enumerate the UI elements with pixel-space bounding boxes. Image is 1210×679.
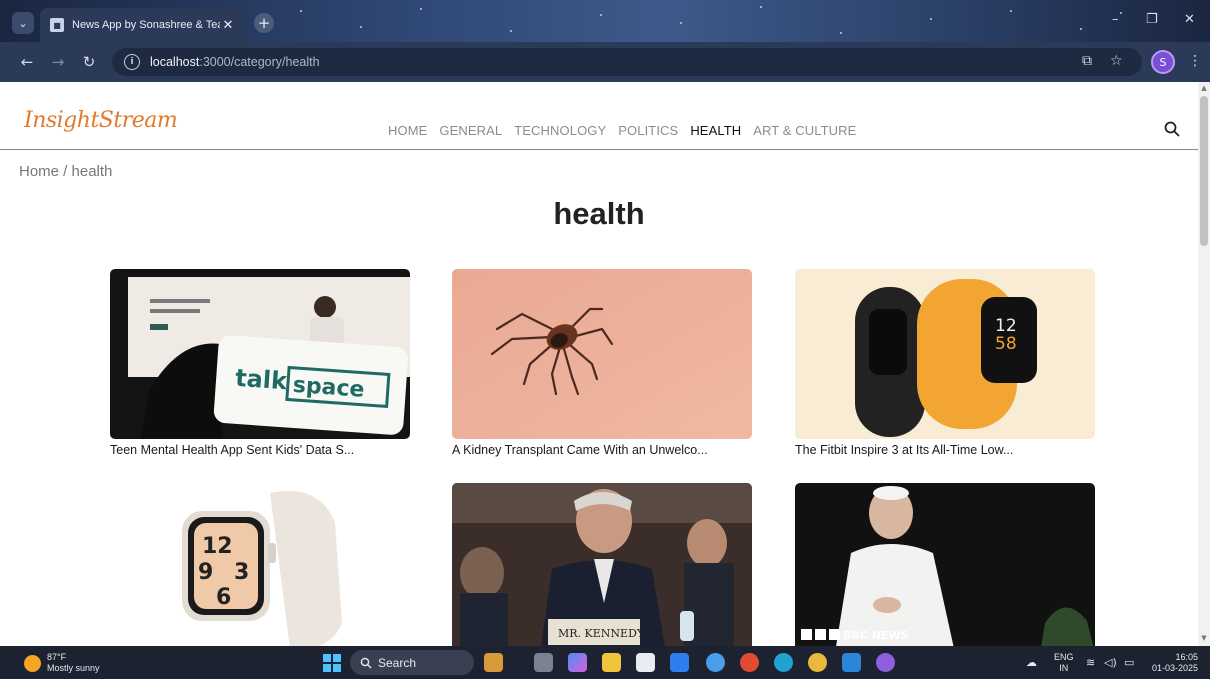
task-view-icon[interactable] (534, 653, 553, 672)
volume-icon[interactable]: ◁) (1104, 656, 1117, 669)
scroll-down-icon[interactable]: ▼ (1200, 634, 1208, 642)
nav-politics[interactable]: POLITICS (618, 123, 678, 138)
weather-temperature: 87°F (47, 652, 67, 662)
article-image-pope[interactable]: BBC NEWS (795, 483, 1095, 646)
menu-kebab-icon[interactable]: ⋮ (1188, 53, 1202, 69)
battery-icon[interactable]: ▭ (1124, 656, 1134, 669)
search-icon (360, 657, 372, 668)
svg-text:58: 58 (995, 334, 1017, 354)
svg-text:9: 9 (198, 560, 213, 585)
file-explorer-icon[interactable] (602, 653, 621, 672)
page-title: health (553, 196, 645, 231)
tomato-app-icon[interactable] (740, 653, 759, 672)
wifi-icon[interactable]: ≋ (1086, 656, 1095, 669)
web-page: InsightStream HOME GENERAL TECHNOLOGY PO… (0, 82, 1198, 646)
chrome-icon[interactable] (808, 653, 827, 672)
article-image-apple-watch[interactable]: 12 9 3 6 (110, 483, 410, 646)
tab-search-button[interactable]: ⌄ (12, 12, 34, 34)
svg-text:talk: talk (234, 364, 289, 396)
lang-bottom: IN (1059, 663, 1069, 673)
article-image-hearing[interactable]: MR. KENNEDY (452, 483, 752, 646)
scrollbar-thumb[interactable] (1200, 96, 1208, 246)
tab-active[interactable]: ■ News App by Sonashree & Team ✕ (40, 8, 246, 42)
clock-date: 01-03-2025 (1151, 663, 1198, 673)
favicon-icon: ■ (50, 18, 64, 32)
clock[interactable]: 16:05 01-03-2025 (1148, 652, 1198, 674)
browser-toolbar: ← → ↻ i localhost:3000/category/health ⧉… (0, 42, 1210, 82)
chrome-app-icon[interactable] (706, 653, 725, 672)
article-card[interactable]: A Kidney Transplant Came With an Unwelco… (452, 269, 752, 457)
site-info-icon[interactable]: i (124, 54, 140, 70)
nav-art-culture[interactable]: ART & CULTURE (753, 123, 856, 138)
forward-icon[interactable]: → (49, 53, 67, 71)
address-bar[interactable]: i localhost:3000/category/health (112, 48, 1142, 76)
tray-overflow-icon[interactable]: ☁ (1026, 656, 1037, 669)
article-image-tick[interactable] (452, 269, 752, 439)
nav-technology[interactable]: TECHNOLOGY (514, 123, 606, 138)
weather-widget[interactable]: 87°F Mostly sunny (24, 652, 100, 674)
back-icon[interactable]: ← (18, 53, 36, 71)
reload-icon[interactable]: ↻ (80, 53, 98, 71)
site-logo[interactable]: InsightStream (24, 108, 178, 133)
minimize-icon[interactable]: – (1112, 12, 1119, 27)
news-brand-text: BBC NEWS (843, 629, 909, 642)
os-taskbar: 87°F Mostly sunny Search ☁ ENG IN ≋ ◁) ▭… (0, 646, 1210, 679)
article-card[interactable]: 12 58 The Fitbit Inspire 3 at Its All-Ti… (795, 269, 1095, 457)
article-title[interactable]: Teen Mental Health App Sent Kids' Data S… (110, 443, 410, 457)
widgets-app-icon[interactable] (484, 653, 503, 672)
app-icon[interactable] (670, 653, 689, 672)
svg-text:3: 3 (234, 560, 249, 585)
nameplate-text: MR. KENNEDY (558, 627, 645, 640)
nav-home[interactable]: HOME (388, 123, 427, 138)
nav-health[interactable]: HEALTH (690, 123, 741, 138)
article-title[interactable]: A Kidney Transplant Came With an Unwelco… (452, 443, 752, 457)
weather-condition: Mostly sunny (47, 663, 100, 673)
article-card[interactable]: BBC NEWS (795, 483, 1095, 646)
article-card[interactable]: MR. KENNEDY (452, 483, 752, 646)
restore-icon[interactable]: ❐ (1146, 12, 1158, 27)
tab-close-icon[interactable]: ✕ (220, 18, 236, 33)
article-image-talkspace[interactable]: talk space (110, 269, 410, 439)
sun-icon (24, 654, 41, 672)
tab-title: News App by Sonashree & Team (72, 19, 220, 31)
vscode-icon[interactable] (842, 653, 861, 672)
taskbar-search-label: Search (378, 655, 417, 670)
article-title[interactable]: The Fitbit Inspire 3 at Its All-Time Low… (795, 443, 1095, 457)
bookmark-star-icon[interactable]: ☆ (1110, 53, 1123, 69)
edge-icon[interactable] (774, 653, 793, 672)
svg-text:space: space (292, 373, 365, 403)
article-image-fitbit[interactable]: 12 58 (795, 269, 1095, 439)
new-tab-button[interactable]: + (254, 13, 274, 33)
svg-text:6: 6 (216, 585, 231, 610)
scroll-up-icon[interactable]: ▲ (1200, 84, 1208, 92)
url-host: localhost (150, 55, 200, 69)
chrome-profile-icon[interactable] (876, 653, 895, 672)
install-app-icon[interactable]: ⧉ (1082, 53, 1092, 69)
profile-avatar[interactable]: S (1151, 50, 1175, 74)
copilot-icon[interactable] (568, 653, 587, 672)
svg-text:12: 12 (202, 534, 233, 559)
breadcrumb[interactable]: Home / health (19, 163, 112, 180)
clock-time: 16:05 (1175, 652, 1198, 662)
lang-top: ENG (1054, 652, 1074, 662)
windows-start-icon[interactable] (323, 654, 341, 672)
article-card[interactable]: talk space Teen Mental Health App Sent K… (110, 269, 410, 457)
main-nav: HOME GENERAL TECHNOLOGY POLITICS HEALTH … (388, 123, 856, 138)
browser-tab-bar: ⌄ ■ News App by Sonashree & Team ✕ + – ❐… (0, 0, 1210, 42)
store-icon[interactable] (636, 653, 655, 672)
site-header: InsightStream HOME GENERAL TECHNOLOGY PO… (0, 82, 1198, 150)
input-language[interactable]: ENG IN (1054, 652, 1074, 674)
close-window-icon[interactable]: ✕ (1184, 12, 1195, 27)
svg-text:12: 12 (995, 316, 1017, 336)
article-card[interactable]: 12 9 3 6 (110, 483, 410, 646)
search-icon[interactable] (1163, 120, 1181, 138)
page-scrollbar[interactable]: ▲ ▼ (1198, 82, 1210, 646)
taskbar-search[interactable]: Search (350, 650, 474, 675)
url-path: :3000/category/health (199, 55, 320, 69)
nav-general[interactable]: GENERAL (439, 123, 502, 138)
